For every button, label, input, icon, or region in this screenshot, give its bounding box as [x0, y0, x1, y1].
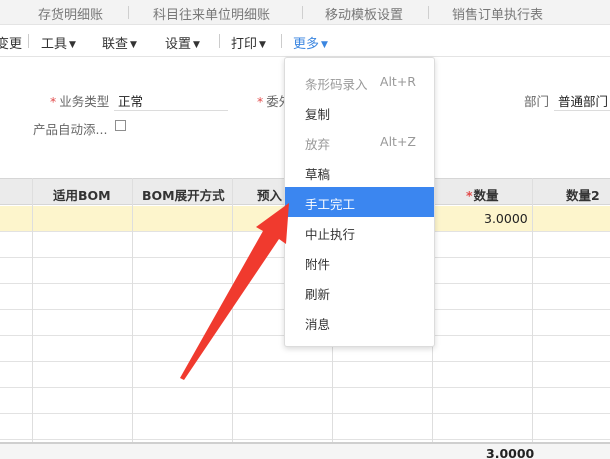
- lookup-menu[interactable]: 联查 ▼: [102, 33, 137, 52]
- menu-item-label: 刷新: [305, 287, 331, 302]
- required-marker: *: [50, 94, 57, 109]
- column-divider: [132, 178, 133, 442]
- print-label: 打印: [231, 37, 258, 52]
- more-menu[interactable]: 更多 ▼: [293, 33, 328, 52]
- menu-item-label: 放弃: [305, 137, 331, 152]
- menu-item-label: 中止执行: [305, 227, 356, 242]
- menu-item-label: 附件: [305, 257, 331, 272]
- chevron-down-icon: ▼: [130, 40, 137, 50]
- dept-field[interactable]: 普通部门: [558, 91, 608, 110]
- grid-footer-total: 3.0000: [0, 442, 610, 459]
- menu-item-label: 消息: [305, 317, 331, 332]
- chevron-down-icon: ▼: [321, 40, 328, 50]
- qty-cell[interactable]: 3.0000: [484, 211, 528, 226]
- tab-strip: 存货明细账 科目往来单位明细账 移动模板设置 销售订单执行表: [0, 0, 610, 25]
- table-row[interactable]: [0, 388, 610, 414]
- column-divider: [532, 178, 533, 442]
- tab-template-settings[interactable]: 移动模板设置: [325, 4, 403, 23]
- business-type-field[interactable]: 正常: [118, 91, 143, 110]
- lookup-label: 联查: [102, 37, 129, 52]
- menu-item-discard[interactable]: 放弃 Alt+Z: [285, 127, 434, 157]
- tab-account-detail[interactable]: 科目往来单位明细账: [153, 4, 270, 23]
- menu-item-barcode-entry[interactable]: 条形码录入 Alt+R: [285, 67, 434, 97]
- toolbar-divider: [28, 34, 29, 48]
- tools-label: 工具: [41, 37, 68, 52]
- qty-header-text: 数量: [473, 188, 499, 203]
- table-row[interactable]: [0, 362, 610, 388]
- column-header-pre-entry[interactable]: 预入: [257, 185, 282, 204]
- menu-item-copy[interactable]: 复制: [285, 97, 434, 127]
- menu-item-refresh[interactable]: 刷新: [285, 277, 434, 307]
- tab-divider: [302, 6, 303, 19]
- total-qty: 3.0000: [486, 446, 535, 459]
- tab-sales-order-report[interactable]: 销售订单执行表: [452, 4, 543, 23]
- toolbar-divider: [219, 34, 220, 48]
- menu-item-draft[interactable]: 草稿: [285, 157, 434, 187]
- more-dropdown-menu: 条形码录入 Alt+R 复制 放弃 Alt+Z 草稿 手工完工 中止执行 附件 …: [284, 57, 435, 347]
- dept-label: 部门: [524, 94, 550, 109]
- auto-add-checkbox[interactable]: [115, 120, 126, 131]
- table-row[interactable]: [0, 414, 610, 440]
- column-header-bom-expand[interactable]: BOM展开方式: [142, 185, 225, 204]
- business-type-label-text: 业务类型: [59, 94, 110, 109]
- menu-item-label: 复制: [305, 107, 331, 122]
- required-marker: *: [466, 188, 473, 203]
- tab-divider: [128, 6, 129, 19]
- column-header-bom[interactable]: 适用BOM: [53, 185, 111, 204]
- column-header-qty2[interactable]: 数量2: [566, 185, 600, 204]
- column-header-qty[interactable]: *数量: [466, 185, 499, 204]
- chevron-down-icon: ▼: [69, 40, 76, 50]
- auto-add-label: 产品自动添...: [33, 122, 108, 137]
- toolbar-divider: [281, 34, 282, 48]
- chevron-down-icon: ▼: [259, 40, 266, 50]
- menu-item-label: 手工完工: [305, 197, 356, 212]
- more-label: 更多: [293, 37, 320, 52]
- settings-label: 设置: [165, 37, 192, 52]
- tab-inventory-detail[interactable]: 存货明细账: [38, 4, 103, 23]
- toolbar: 变更 工具 ▼ 联查 ▼ 设置 ▼ 打印 ▼ 更多 ▼: [0, 25, 610, 57]
- column-divider: [232, 178, 233, 442]
- menu-item-manual-complete[interactable]: 手工完工: [285, 187, 434, 217]
- tools-menu[interactable]: 工具 ▼: [41, 33, 76, 52]
- column-divider: [32, 178, 33, 442]
- menu-item-label: 草稿: [305, 167, 331, 182]
- menu-item-suspend[interactable]: 中止执行: [285, 217, 434, 247]
- menu-item-shortcut: Alt+Z: [380, 134, 416, 149]
- chevron-down-icon: ▼: [193, 40, 200, 50]
- dept-underline: [554, 110, 610, 111]
- menu-item-shortcut: Alt+R: [379, 74, 416, 89]
- required-marker: *: [257, 94, 264, 109]
- menu-item-label: 条形码录入: [305, 77, 368, 92]
- menu-item-message[interactable]: 消息: [285, 307, 434, 337]
- settings-menu[interactable]: 设置 ▼: [165, 33, 200, 52]
- business-type-label: * 业务类型: [50, 91, 109, 110]
- business-type-underline: [114, 110, 228, 111]
- change-button[interactable]: 变更: [0, 33, 22, 52]
- menu-item-attachment[interactable]: 附件: [285, 247, 434, 277]
- print-menu[interactable]: 打印 ▼: [231, 33, 266, 52]
- tab-divider: [428, 6, 429, 19]
